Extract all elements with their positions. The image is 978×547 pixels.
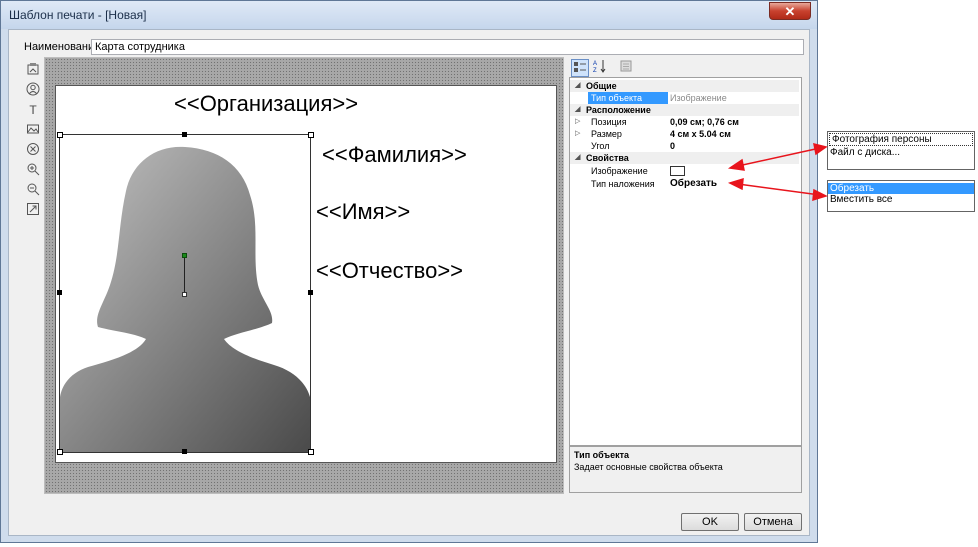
picture-tool-icon[interactable] (25, 122, 41, 138)
resize-handle-nw[interactable] (57, 132, 63, 138)
property-pages-icon[interactable] (617, 59, 635, 77)
delete-icon[interactable] (25, 142, 41, 158)
dialog-body: Наименование T (8, 29, 810, 536)
resize-handle-ne[interactable] (308, 132, 314, 138)
prop-object-type[interactable]: Тип объекта Изображение (570, 92, 799, 104)
prop-angle[interactable]: Угол 0 (570, 140, 799, 152)
text-tool-icon[interactable]: T (25, 102, 41, 118)
resize-handle-w[interactable] (57, 290, 62, 295)
property-description: Тип объекта Задает основные свойства объ… (569, 446, 802, 493)
dropdown-item-person-photo[interactable]: Фотография персоны (829, 133, 973, 146)
dropdown-item-fit-all[interactable]: Вместить все (828, 194, 974, 205)
svg-text:A: A (593, 61, 597, 67)
description-text: Задает основные свойства объекта (574, 462, 723, 472)
person-icon[interactable] (25, 82, 41, 98)
category-properties[interactable]: ◢ Свойства (570, 152, 799, 164)
dropdown-item-file[interactable]: Файл с диска... (828, 147, 974, 158)
window-title: Шаблон печати - [Новая] (9, 8, 147, 22)
zoom-in-icon[interactable] (25, 162, 41, 178)
zoom-out-icon[interactable] (25, 182, 41, 198)
dropdown-item-crop[interactable]: Обрезать (828, 183, 974, 194)
category-general[interactable]: ◢ Общие (570, 80, 799, 92)
resize-handle-e[interactable] (308, 290, 313, 295)
collapse-icon[interactable]: ◢ (575, 104, 580, 116)
sort-alpha-icon[interactable]: AZ (591, 59, 609, 77)
prop-image[interactable]: Изображение (570, 165, 799, 177)
name-field[interactable]: <<Имя>> (316, 199, 410, 225)
patronymic-field[interactable]: <<Отчество>> (316, 258, 463, 284)
property-grid[interactable]: ◢ Общие Тип объекта Изображение ◢ Расположе… (569, 77, 802, 446)
name-label: Наименование (24, 41, 101, 53)
ok-button[interactable]: OK (681, 513, 739, 531)
design-canvas[interactable]: <<Организация>> <<Фамилия>> <<Имя>> <<От… (44, 57, 564, 494)
rotation-line (184, 256, 185, 294)
prop-size[interactable]: ▷ Размер 4 см x 5.04 см (570, 128, 799, 140)
resize-handle-sw[interactable] (57, 449, 63, 455)
overlay-type-dropdown[interactable]: Обрезать Вместить все (827, 180, 975, 212)
expand-icon[interactable]: ▷ (575, 116, 580, 128)
fit-icon[interactable] (25, 202, 41, 218)
collapse-icon[interactable]: ◢ (575, 152, 580, 164)
prop-position[interactable]: ▷ Позиция 0,09 см; 0,76 см (570, 116, 799, 128)
resize-handle-s[interactable] (182, 449, 187, 454)
resize-handle-n[interactable] (182, 132, 187, 137)
photo-placeholder[interactable] (59, 134, 311, 453)
properties-toolbar: AZ (569, 59, 801, 79)
close-button[interactable]: ✕ (769, 2, 811, 20)
description-title: Тип объекта (574, 450, 630, 460)
print-template-window: Шаблон печати - [Новая] ✕ Наименование T (0, 0, 818, 543)
resize-handle-se[interactable] (308, 449, 314, 455)
surname-field[interactable]: <<Фамилия>> (322, 142, 467, 168)
expand-icon[interactable]: ▷ (575, 128, 580, 140)
categorized-view-icon[interactable] (571, 59, 589, 77)
title-bar[interactable]: Шаблон печати - [Новая] ✕ (1, 1, 817, 29)
image-value-swatch[interactable] (670, 166, 685, 176)
image-insert-icon[interactable] (25, 62, 41, 78)
cancel-button[interactable]: Отмена (744, 513, 802, 531)
org-field[interactable]: <<Организация>> (174, 91, 358, 117)
rotation-pivot (182, 292, 187, 297)
category-layout[interactable]: ◢ Расположение (570, 104, 799, 116)
rotation-handle[interactable] (182, 253, 187, 258)
prop-overlay-type[interactable]: Тип наложения Обрезать (570, 178, 799, 190)
card-template[interactable]: <<Организация>> <<Фамилия>> <<Имя>> <<От… (55, 85, 557, 463)
svg-text:Z: Z (593, 68, 597, 73)
name-input[interactable] (91, 39, 804, 55)
image-source-dropdown[interactable]: Фотография персоны Файл с диска... (827, 131, 975, 170)
collapse-icon[interactable]: ◢ (575, 80, 580, 92)
